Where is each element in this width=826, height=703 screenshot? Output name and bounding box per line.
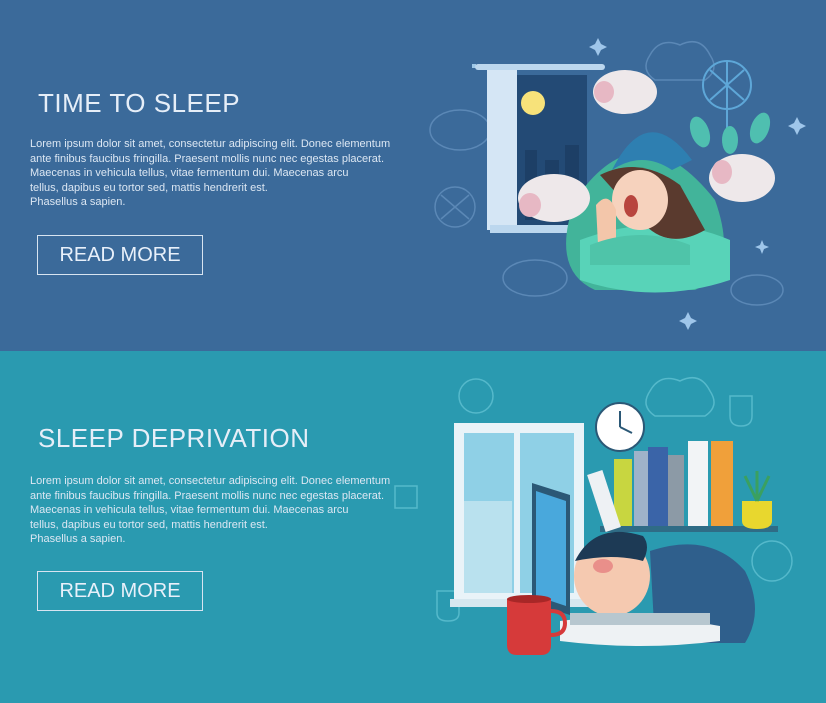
woman-yawning [566,132,730,293]
banner-description: Lorem ipsum dolor sit amet, consectetur … [30,138,391,208]
read-more-button[interactable]: READ MORE [37,235,203,275]
banner-description: Lorem ipsum dolor sit amet, consectetur … [30,475,391,545]
dreamcatcher-icon [702,60,752,130]
time-to-sleep-banner: TIME TO SLEEP Lorem ipsum dolor sit amet… [0,0,826,351]
plant-pot-icon [742,501,772,529]
clock-icon [595,402,645,452]
read-more-button[interactable]: READ MORE [37,571,203,611]
bookshelf [587,441,778,533]
banner-title: SLEEP DEPRIVATION [38,423,310,453]
laptop-icon [532,483,570,615]
banner-title: TIME TO SLEEP [38,88,241,118]
sleeping-man [560,531,755,646]
feather-icon [689,112,771,154]
moon-icon [521,91,545,115]
sleep-deprivation-banner: SLEEP DEPRIVATION Lorem ipsum dolor sit … [0,351,826,703]
faint-dreamcatcher-icon [434,186,476,228]
